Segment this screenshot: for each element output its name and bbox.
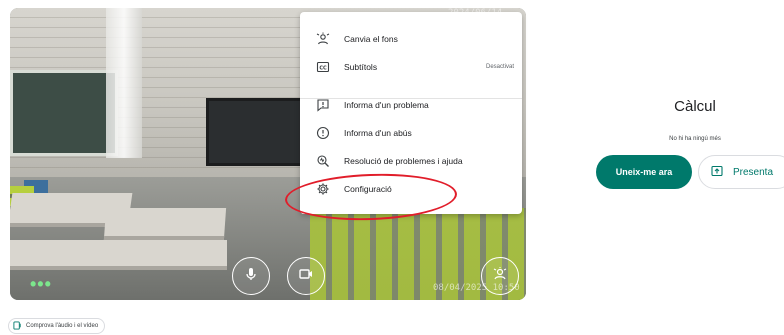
preview-tv-screen: [206, 98, 312, 166]
preview-table: [115, 240, 227, 270]
report-problem-icon: [316, 98, 330, 112]
preview-curtain: [106, 8, 142, 158]
microphone-icon: [243, 266, 259, 287]
microphone-button[interactable]: [232, 257, 270, 295]
visual-effects-button[interactable]: [481, 257, 519, 295]
present-screen-icon: [711, 165, 733, 180]
menu-item-label: Informa d'un problema: [344, 100, 429, 110]
visual-effects-icon: [492, 266, 508, 287]
check-audio-video-label: Comprova l'àudio i el vídeo: [26, 323, 99, 329]
closed-captions-icon: CC: [316, 60, 330, 74]
check-audio-video-button[interactable]: Comprova l'àudio i el vídeo: [8, 318, 106, 334]
check-devices-icon: [13, 320, 26, 332]
subtitles-status: Desactivat: [485, 64, 514, 70]
menu-item-label: Subtítols: [344, 62, 378, 72]
menu-item-label: Informa d'un abús: [344, 128, 412, 138]
preview-chalkboard: [10, 70, 118, 156]
background-blur-icon: [316, 32, 330, 46]
video-camera-icon: [298, 266, 314, 287]
menu-item-label: Canvia el fons: [344, 34, 398, 44]
camera-button[interactable]: [287, 257, 325, 295]
menu-item-change-background[interactable]: Canvia el fons: [300, 26, 522, 52]
menu-item-report-abuse[interactable]: Informa d'un abús: [300, 120, 522, 146]
join-now-label: Uneix-me ara: [615, 167, 673, 177]
preview-table: [103, 208, 227, 240]
present-label: Presenta: [733, 166, 774, 178]
preview-table: [10, 240, 122, 270]
menu-item-troubleshooting[interactable]: Resolució de problemes i ajuda: [300, 148, 522, 174]
svg-text:CC: CC: [319, 65, 327, 71]
report-abuse-icon: [316, 126, 330, 140]
menu-item-subtitles[interactable]: CC Subtítols Desactivat: [300, 54, 522, 80]
menu-item-label: Resolució de problemes i ajuda: [344, 156, 463, 166]
troubleshoot-icon: [316, 154, 330, 168]
meeting-title: Càlcul: [674, 98, 716, 115]
menu-item-report-problem[interactable]: Informa d'un problema: [300, 92, 522, 118]
more-options-dots-icon[interactable]: •••: [30, 274, 52, 295]
present-button[interactable]: Presenta: [698, 155, 784, 189]
meeting-participants-status: No hi ha ningú més: [669, 136, 721, 142]
join-now-button[interactable]: Uneix-me ara: [596, 155, 692, 189]
